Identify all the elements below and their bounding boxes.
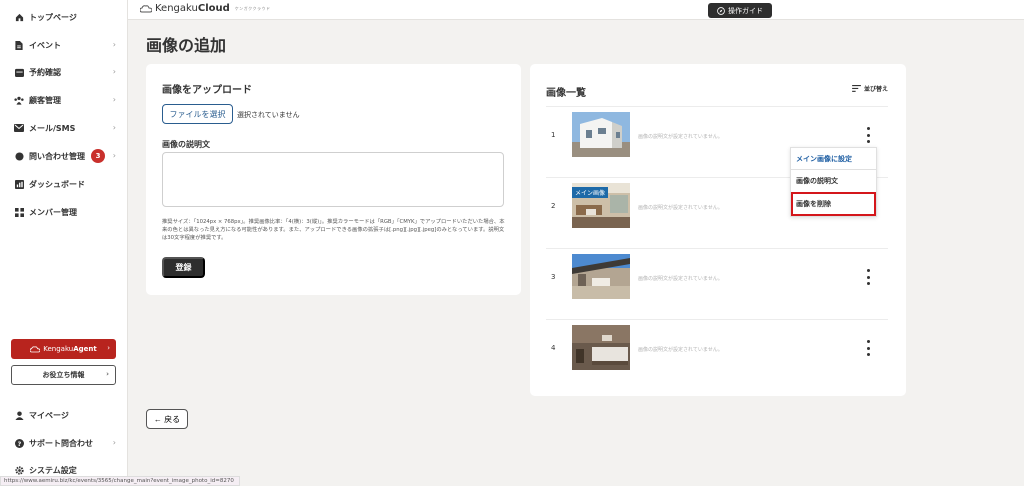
top-header: Kengaku Cloud ケンガククラウド 操作ガイド xyxy=(128,0,1024,20)
info-button-label: お役立ち情報 xyxy=(42,371,85,379)
file-status-text: 選択されていません xyxy=(237,111,300,119)
agent-brand-text: Kengaku xyxy=(43,345,74,353)
sidebar-item-label: 問い合わせ管理 xyxy=(29,151,85,161)
description-textarea[interactable] xyxy=(162,152,504,207)
chevron-right-icon: › xyxy=(112,95,116,104)
more-options-icon[interactable] xyxy=(864,340,872,356)
image-thumbnail[interactable] xyxy=(572,112,630,157)
chart-icon xyxy=(14,179,24,189)
sidebar-item-top[interactable]: トップページ xyxy=(0,7,128,27)
chevron-right-icon: › xyxy=(112,67,116,76)
image-description: 画像の説明文が設定されていません。 xyxy=(638,276,723,282)
set-main-image-menu-item[interactable]: メイン画像に設定 xyxy=(791,148,876,170)
choose-file-button[interactable]: ファイルを選択 xyxy=(162,104,233,124)
upload-heading: 画像をアップロード xyxy=(162,85,252,96)
chat-icon xyxy=(14,151,24,161)
image-thumbnail[interactable]: メイン画像 xyxy=(572,183,630,228)
row-number: 4 xyxy=(551,344,556,352)
chevron-right-icon: › xyxy=(112,123,116,132)
row-number: 1 xyxy=(551,131,556,139)
back-button[interactable]: ← 戻る xyxy=(146,409,188,429)
sidebar-item-label: システム設定 xyxy=(29,465,77,475)
person-icon xyxy=(14,410,24,420)
page-title: 画像の追加 xyxy=(146,36,227,55)
register-button[interactable]: 登録 xyxy=(162,257,205,278)
sidebar-item-mypage[interactable]: マイページ xyxy=(0,405,128,425)
image-thumbnail[interactable] xyxy=(572,325,630,370)
sidebar-item-members[interactable]: メンバー管理 xyxy=(0,202,128,222)
more-options-icon[interactable] xyxy=(864,127,872,143)
sort-button[interactable]: 並び替え xyxy=(852,84,888,93)
sidebar-item-support[interactable]: ? サポート問合わせ › xyxy=(0,433,128,453)
sidebar-item-reservation[interactable]: 予約確認 › xyxy=(0,62,128,82)
kengaku-cloud-logo[interactable]: Kengaku Cloud ケンガククラウド xyxy=(140,3,271,14)
image-row: 3 画像の説明文が設定されていません。 xyxy=(546,248,888,304)
image-description-menu-item[interactable]: 画像の説明文 xyxy=(791,170,876,192)
sort-icon xyxy=(852,85,861,92)
row-number: 3 xyxy=(551,273,556,281)
image-description: 画像の説明文が設定されていません。 xyxy=(638,134,723,140)
description-label: 画像の説明文 xyxy=(162,140,210,149)
sidebar-item-label: メンバー管理 xyxy=(29,207,77,217)
image-description: 画像の説明文が設定されていません。 xyxy=(638,347,723,353)
image-options-menu: メイン画像に設定 画像の説明文 画像を削除 xyxy=(790,147,877,217)
upload-card: 画像をアップロード ファイルを選択 選択されていません 画像の説明文 推奨サイズ… xyxy=(146,64,521,295)
agent-brand-bold-text: Agent xyxy=(73,345,97,353)
sidebar-item-label: メール/SMS xyxy=(29,123,76,133)
status-bar-url: https://www.aemiru.biz/kc/events/3565/ch… xyxy=(0,476,240,486)
sidebar-item-label: イベント xyxy=(29,40,61,50)
image-thumbnail[interactable] xyxy=(572,254,630,299)
sidebar: トップページ イベント › 予約確認 › 顧客管理 › メール/SMS › 問い… xyxy=(0,0,128,486)
main-image-tag: メイン画像 xyxy=(572,187,609,198)
sidebar-item-label: ダッシュボード xyxy=(29,179,85,189)
chevron-right-icon: › xyxy=(112,151,116,160)
upload-note: 推奨サイズ：「1024px × 768px」。推奨画像比率：「4(横)：3(縦)… xyxy=(162,219,505,242)
mail-icon xyxy=(14,123,24,133)
sidebar-item-label: サポート問合わせ xyxy=(29,438,93,448)
chevron-right-icon: › xyxy=(106,370,109,378)
kengaku-agent-button[interactable]: Kengaku Agent › xyxy=(11,339,116,359)
image-list-card: 画像一覧 並び替え 1 画像の説明文が設定されていません。 2 メイン画像 画像… xyxy=(530,64,906,396)
svg-text:?: ? xyxy=(17,441,21,448)
sidebar-item-label: マイページ xyxy=(29,410,69,420)
guide-label: 操作ガイド xyxy=(728,6,763,15)
help-icon: ? xyxy=(14,438,24,448)
sidebar-item-label: 予約確認 xyxy=(29,67,61,77)
users-icon xyxy=(14,95,24,105)
sort-label: 並び替え xyxy=(863,86,888,93)
delete-image-menu-item[interactable]: 画像を削除 xyxy=(791,192,876,216)
sidebar-item-dashboard[interactable]: ダッシュボード xyxy=(0,174,128,194)
cloud-logo-icon xyxy=(140,4,152,13)
home-icon xyxy=(14,12,24,22)
image-list-heading: 画像一覧 xyxy=(546,88,586,99)
logo-sub-text: ケンガククラウド xyxy=(234,5,271,11)
document-icon xyxy=(14,40,24,50)
sidebar-item-mail[interactable]: メール/SMS › xyxy=(0,118,128,138)
sidebar-item-event[interactable]: イベント › xyxy=(0,35,128,55)
grid-icon xyxy=(14,207,24,217)
cloud-logo-icon xyxy=(30,345,41,353)
chevron-right-icon: › xyxy=(112,40,116,49)
operation-guide-button[interactable]: 操作ガイド xyxy=(708,3,772,18)
logo-brand-bold-text: Cloud xyxy=(197,3,230,14)
chevron-right-icon: › xyxy=(112,438,116,447)
sidebar-item-customers[interactable]: 顧客管理 › xyxy=(0,90,128,110)
more-options-icon[interactable] xyxy=(864,269,872,285)
chevron-right-icon: › xyxy=(107,344,110,352)
sidebar-item-label: 顧客管理 xyxy=(29,95,61,105)
image-description: 画像の説明文が設定されていません。 xyxy=(638,205,723,211)
compass-icon xyxy=(717,6,725,15)
logo-brand-text: Kengaku xyxy=(155,3,198,14)
sidebar-item-label: トップページ xyxy=(29,12,77,22)
image-row: 4 画像の説明文が設定されていません。 xyxy=(546,319,888,375)
useful-info-button[interactable]: お役立ち情報 › xyxy=(11,365,116,385)
gear-icon xyxy=(14,465,24,475)
row-number: 2 xyxy=(551,202,556,210)
calendar-icon xyxy=(14,67,24,77)
notification-badge: 3 xyxy=(91,149,105,163)
sidebar-item-inquiries[interactable]: 問い合わせ管理 3 › xyxy=(0,146,128,166)
